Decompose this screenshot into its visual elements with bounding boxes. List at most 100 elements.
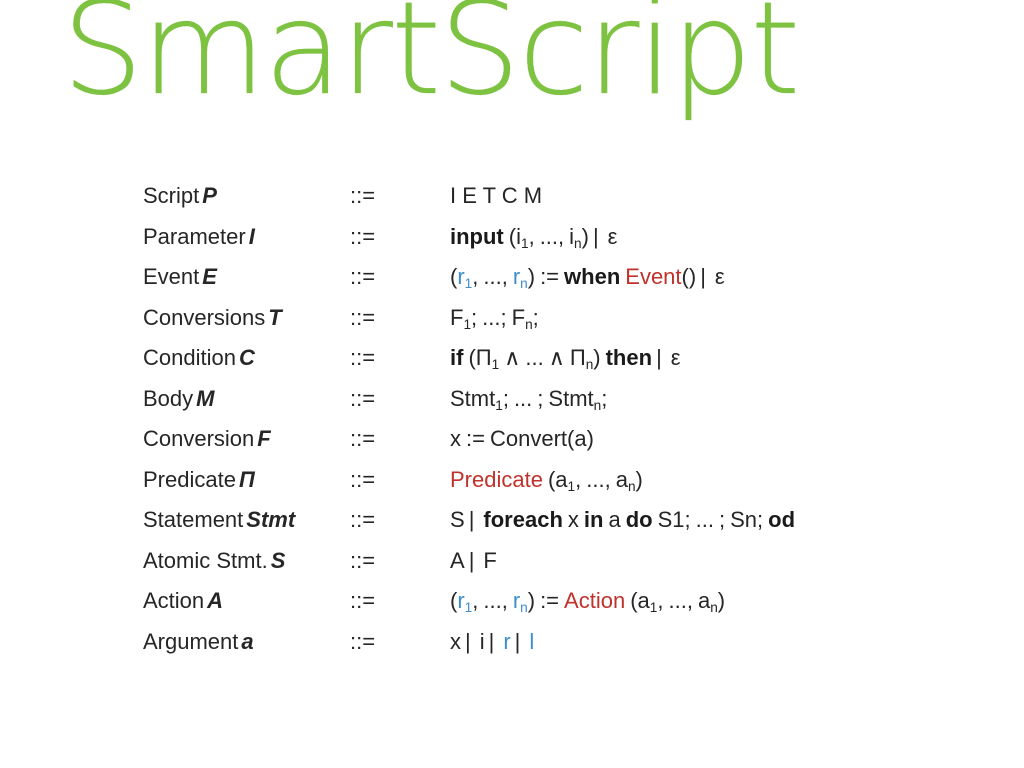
comma: , [657, 588, 664, 613]
keyword-if: if [450, 345, 464, 370]
var-r: r [503, 628, 511, 654]
var-r: r [457, 264, 465, 289]
keyword-od: od [768, 507, 796, 532]
assign-operator: := [466, 426, 485, 451]
var-F: F [511, 304, 526, 330]
var-x: x [450, 426, 461, 451]
rule-name-conversion: Conversion F [143, 419, 350, 460]
subscript-n: n [520, 599, 528, 615]
rule-label: Conversion [143, 426, 255, 451]
production-operator: ::= [350, 304, 376, 330]
epsilon: ε [607, 223, 618, 249]
subscript-n: n [574, 235, 582, 251]
var-S1: S1 [657, 507, 685, 532]
subscript-1: 1 [491, 356, 500, 372]
table-row: Conversions T ::= F1;...; Fn; [143, 298, 1003, 339]
alternation-bar: | [488, 628, 495, 654]
keyword-foreach: foreach [483, 507, 563, 532]
ellipsis: ... [539, 223, 559, 249]
nonterminal-symbol: M [196, 385, 215, 411]
table-row: Argument a ::= x | i | r | l [143, 622, 1003, 663]
var-S: S [450, 507, 465, 532]
production-operator: ::= [350, 628, 376, 654]
var-A: A [450, 547, 465, 573]
paren-close: ) [527, 264, 536, 289]
keyword-do: do [625, 507, 653, 532]
table-row: Predicate Π ::= Predicate (a1,..., an) [143, 460, 1003, 501]
production-operator: ::= [350, 345, 376, 370]
var-x: x [567, 507, 579, 532]
var-F: F [483, 547, 497, 573]
table-row: Script P ::= I E T C M [143, 176, 1003, 217]
convert-call: Convert(a) [489, 426, 594, 451]
nonterminal-event: Event [625, 264, 682, 289]
paren-open: ( [508, 223, 517, 249]
var-pi: Π [475, 345, 492, 370]
nonterminal-symbol: Π [238, 466, 255, 492]
var-a: a [555, 466, 568, 492]
subscript-1: 1 [463, 316, 472, 332]
alternation-bar: | [465, 628, 471, 654]
production-operator: ::= [350, 507, 376, 532]
comma: , [472, 588, 479, 613]
keyword-input: input [450, 223, 504, 249]
production-operator: ::= [350, 466, 376, 492]
rule-label: Predicate [143, 466, 236, 492]
var-a: a [615, 466, 628, 492]
assign-operator: := [540, 264, 560, 289]
subscript-1: 1 [495, 397, 503, 413]
semicolon: ; [500, 304, 507, 330]
nonterminal-symbol: Stmt [246, 507, 296, 532]
logical-and: ∧ [504, 345, 521, 370]
keyword-when: when [564, 264, 621, 289]
rule-name-parameter: Parameter I [143, 217, 350, 258]
ellipsis: ... [483, 588, 502, 613]
empty-call-parens: () [681, 264, 697, 289]
alternation-bar: | [700, 264, 706, 289]
comma: , [501, 588, 508, 613]
subscript-n: n [525, 316, 533, 332]
table-row: Condition C ::= if (Π1 ∧... ∧ Πn) then | ε [143, 338, 1003, 379]
comma: , [558, 223, 565, 249]
keyword-in: in [583, 507, 604, 532]
rule-name-conversions: Conversions T [143, 298, 350, 339]
ellipsis: ... [483, 264, 502, 289]
keyword-then: then [605, 345, 653, 370]
nonterminal-symbol: I [248, 223, 255, 249]
alternation-bar: | [592, 223, 599, 249]
nonterminal-symbol: F [257, 426, 271, 451]
rule-label: Parameter [143, 223, 246, 249]
ellipsis: ... [695, 507, 714, 532]
var-a: a [637, 588, 650, 613]
nonterminal-symbol: P [202, 183, 217, 208]
rule-name-predicate: Predicate Π [143, 460, 350, 501]
production-operator: ::= [350, 264, 376, 289]
comma: , [604, 466, 611, 492]
rule-definition-conversion: x:= Convert(a) [450, 419, 1003, 460]
rule-name-condition: Condition C [143, 338, 350, 379]
semicolon: ; [471, 304, 478, 330]
alternation-bar: | [656, 345, 662, 370]
semicolon: ; [601, 385, 608, 411]
rule-name-body: Body M [143, 379, 350, 420]
var-a: a [697, 588, 711, 613]
production-operator: ::= [350, 223, 376, 249]
ellipsis: ... [525, 345, 544, 370]
comma: , [686, 588, 693, 613]
semicolon: ; [757, 507, 764, 532]
var-x: x [450, 628, 461, 654]
rule-name-statement: Statement Stmt [143, 500, 350, 541]
rule-definition-argument: x | i | r | l [450, 622, 1003, 663]
rule-label: Event [143, 264, 200, 289]
table-row: Body M ::= Stmt1;...; Stmtn; [143, 379, 1003, 420]
var-stmt: Stmt [548, 385, 594, 411]
ellipsis: ... [668, 588, 687, 613]
semicolon: ; [537, 385, 544, 411]
rule-name-event: Event E [143, 257, 350, 298]
paren-close: ) [593, 345, 601, 370]
grammar-table: Script P ::= I E T C M Parameter I ::= inp… [143, 176, 1003, 662]
rule-label: Condition [143, 345, 236, 370]
paren-open: ( [468, 345, 476, 370]
ellipsis: ... [482, 304, 501, 330]
subscript-1: 1 [520, 235, 529, 251]
